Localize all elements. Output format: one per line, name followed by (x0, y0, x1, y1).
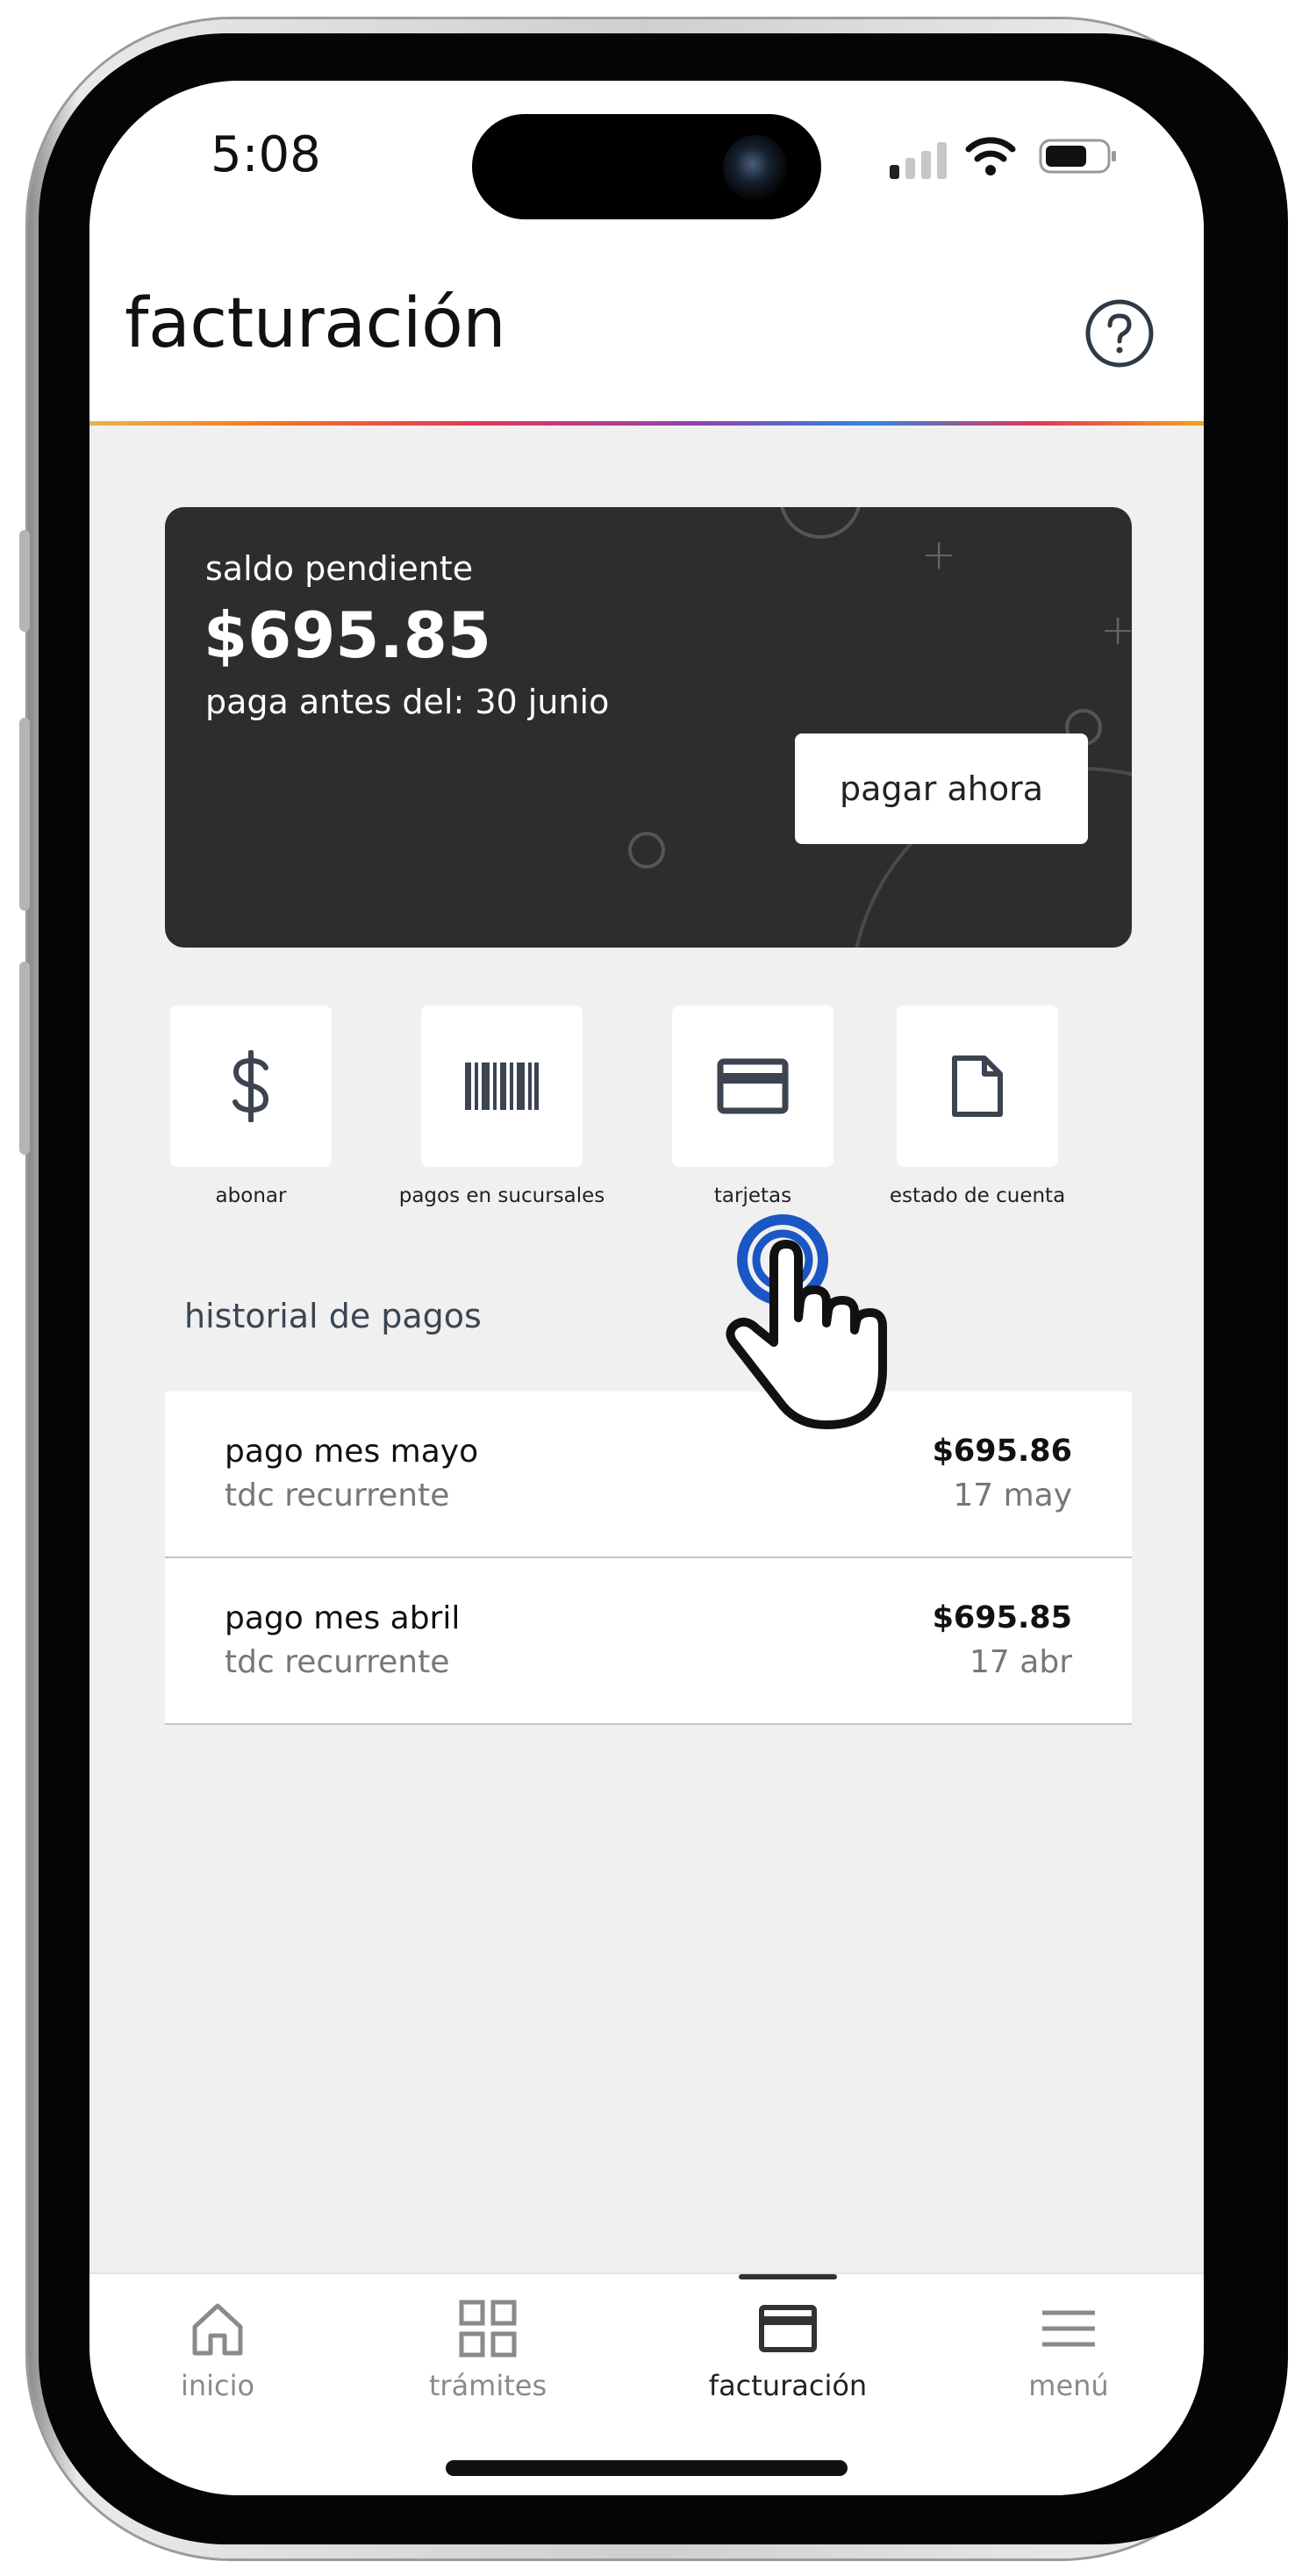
wifi-icon (965, 137, 1016, 175)
side-button-volume-down (19, 962, 30, 1155)
payment-description: pago mes abril (225, 1600, 461, 1636)
hamburger-menu-icon (1042, 2310, 1095, 2347)
pay-now-button[interactable]: pagar ahora (795, 733, 1088, 844)
decor-plus: + (1100, 605, 1132, 655)
action-label: pagos en sucursales (398, 1184, 605, 1207)
action-tile[interactable] (170, 1005, 332, 1167)
screen: 5:08 facturación + + saldo pendiente $69… (89, 81, 1204, 2495)
action-label: estado de cuenta (889, 1184, 1066, 1207)
battery-icon (1039, 139, 1116, 174)
balance-amount: $695.85 (204, 598, 491, 672)
action-label: tarjetas (713, 1184, 792, 1207)
tap-hand-icon (726, 1214, 887, 1429)
action-tile[interactable] (421, 1005, 583, 1167)
status-time: 5:08 (211, 126, 321, 183)
nav-item-inicio[interactable]: inicio (130, 2299, 305, 2402)
decor-circle (779, 507, 862, 539)
decor-circle (628, 832, 665, 869)
camera-lens (723, 135, 788, 200)
decor-plus: + (921, 530, 957, 579)
dollar-icon (233, 1050, 269, 1122)
action-tarjetas[interactable]: tarjetas (639, 1005, 867, 1207)
nav-label: facturación (708, 2369, 868, 2402)
nav-item-facturacion[interactable]: facturación (700, 2299, 876, 2402)
payment-amount: $695.86 (932, 1434, 1072, 1469)
action-label: abonar (215, 1184, 287, 1207)
payment-row[interactable]: pago mes abril tdc recurrente $695.85 17… (165, 1558, 1132, 1725)
action-tile[interactable] (672, 1005, 834, 1167)
payment-date: 17 abr (969, 1644, 1072, 1680)
payment-description: pago mes mayo (225, 1434, 479, 1470)
header-divider (89, 421, 1204, 426)
payment-date: 17 may (953, 1478, 1072, 1513)
credit-card-icon (759, 2305, 817, 2352)
payment-row[interactable]: pago mes mayo tdc recurrente $695.86 17 … (165, 1392, 1132, 1558)
barcode-icon (465, 1063, 539, 1110)
action-abonar[interactable]: abonar (137, 1005, 365, 1207)
history-title: historial de pagos (184, 1297, 482, 1335)
nav-label: inicio (180, 2369, 255, 2402)
payment-amount: $695.85 (932, 1600, 1072, 1635)
side-button-action (19, 530, 30, 632)
payment-method: tdc recurrente (225, 1478, 450, 1513)
action-estado-de-cuenta[interactable]: estado de cuenta (863, 1005, 1091, 1207)
grid-icon (459, 2300, 517, 2358)
home-indicator (446, 2460, 848, 2476)
credit-card-icon (717, 1058, 789, 1114)
page-title: facturación (125, 284, 506, 363)
help-circle-icon[interactable] (1084, 298, 1155, 369)
nav-item-tramites[interactable]: trámites (400, 2299, 576, 2402)
payment-method: tdc recurrente (225, 1644, 450, 1680)
signal-icon (890, 142, 948, 179)
document-icon (952, 1055, 1003, 1117)
due-date: paga antes del: 30 junio (205, 683, 610, 721)
side-button-volume-up (19, 718, 30, 911)
balance-label: saldo pendiente (205, 549, 474, 588)
nav-label: trámites (428, 2369, 547, 2402)
balance-card: + + saldo pendiente $695.85 paga antes d… (165, 507, 1132, 948)
home-icon (192, 2303, 243, 2356)
action-pagos-en-sucursales[interactable]: pagos en sucursales (388, 1005, 616, 1207)
nav-label: menú (1028, 2369, 1109, 2402)
active-tab-indicator (739, 2274, 837, 2279)
action-tile[interactable] (897, 1005, 1058, 1167)
payment-list: pago mes mayo tdc recurrente $695.86 17 … (165, 1392, 1132, 1725)
nav-item-menu[interactable]: menú (981, 2299, 1156, 2402)
